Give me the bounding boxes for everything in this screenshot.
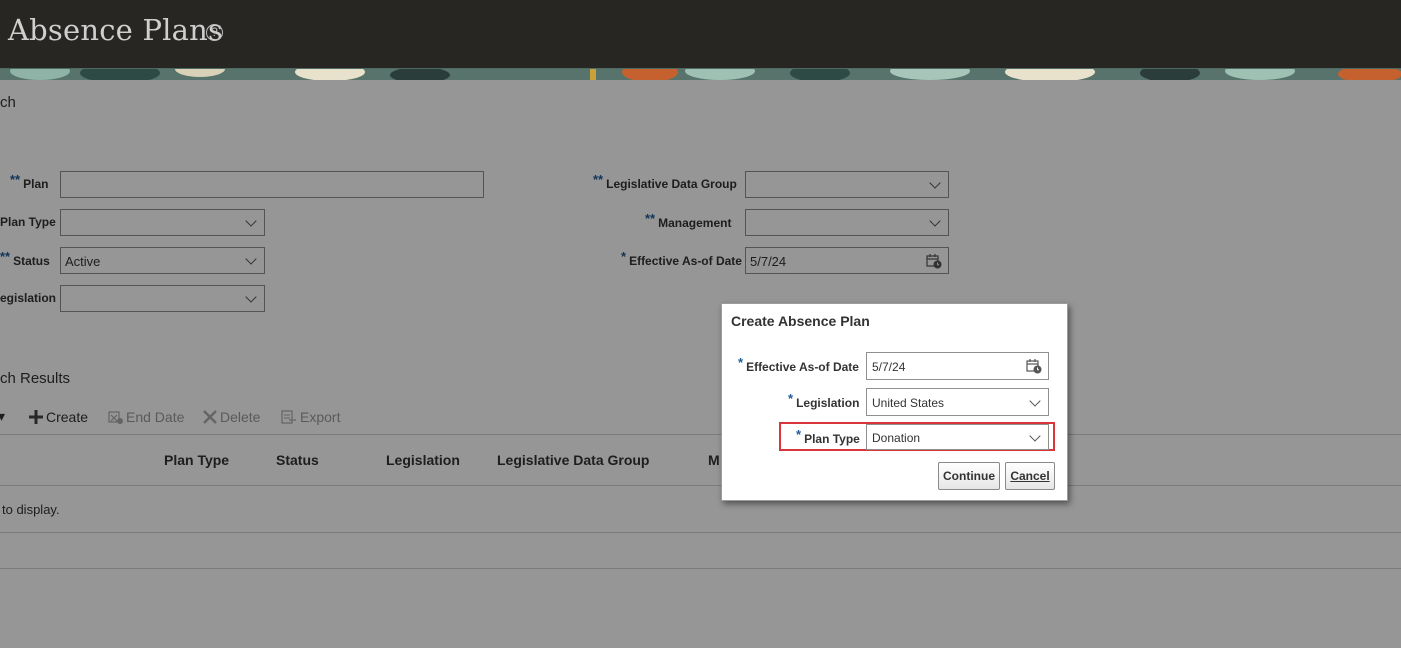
dialog-title: Create Absence Plan (731, 313, 870, 329)
dialog-legislation-select[interactable]: United States (866, 388, 1049, 416)
help-icon[interactable]: ? (206, 24, 223, 41)
banner-pattern (0, 68, 1401, 80)
cancel-button[interactable]: Cancel (1005, 462, 1055, 490)
decorative-banner (0, 68, 1401, 80)
modal-overlay (0, 80, 1401, 648)
required-indicator: * (738, 355, 744, 370)
chevron-down-icon (1029, 395, 1041, 407)
continue-button[interactable]: Continue (938, 462, 1000, 490)
chevron-down-icon (1029, 430, 1041, 442)
required-indicator: * (796, 427, 802, 442)
calendar-icon[interactable] (1026, 358, 1042, 374)
page-header: Absence Plans ? (0, 0, 1401, 68)
dialog-plan-type-label: * Plan Type (796, 427, 860, 446)
dialog-effective-date-label: * Effective As-of Date (738, 355, 859, 374)
page-title: Absence Plans (8, 13, 224, 47)
dialog-effective-date-input[interactable]: 5/7/24 (866, 352, 1049, 380)
dialog-plan-type-select[interactable]: Donation (866, 424, 1049, 450)
create-absence-plan-dialog: Create Absence Plan * Effective As-of Dat… (721, 303, 1068, 501)
dialog-legislation-label: * Legislation (788, 391, 860, 410)
required-indicator: * (788, 391, 794, 406)
